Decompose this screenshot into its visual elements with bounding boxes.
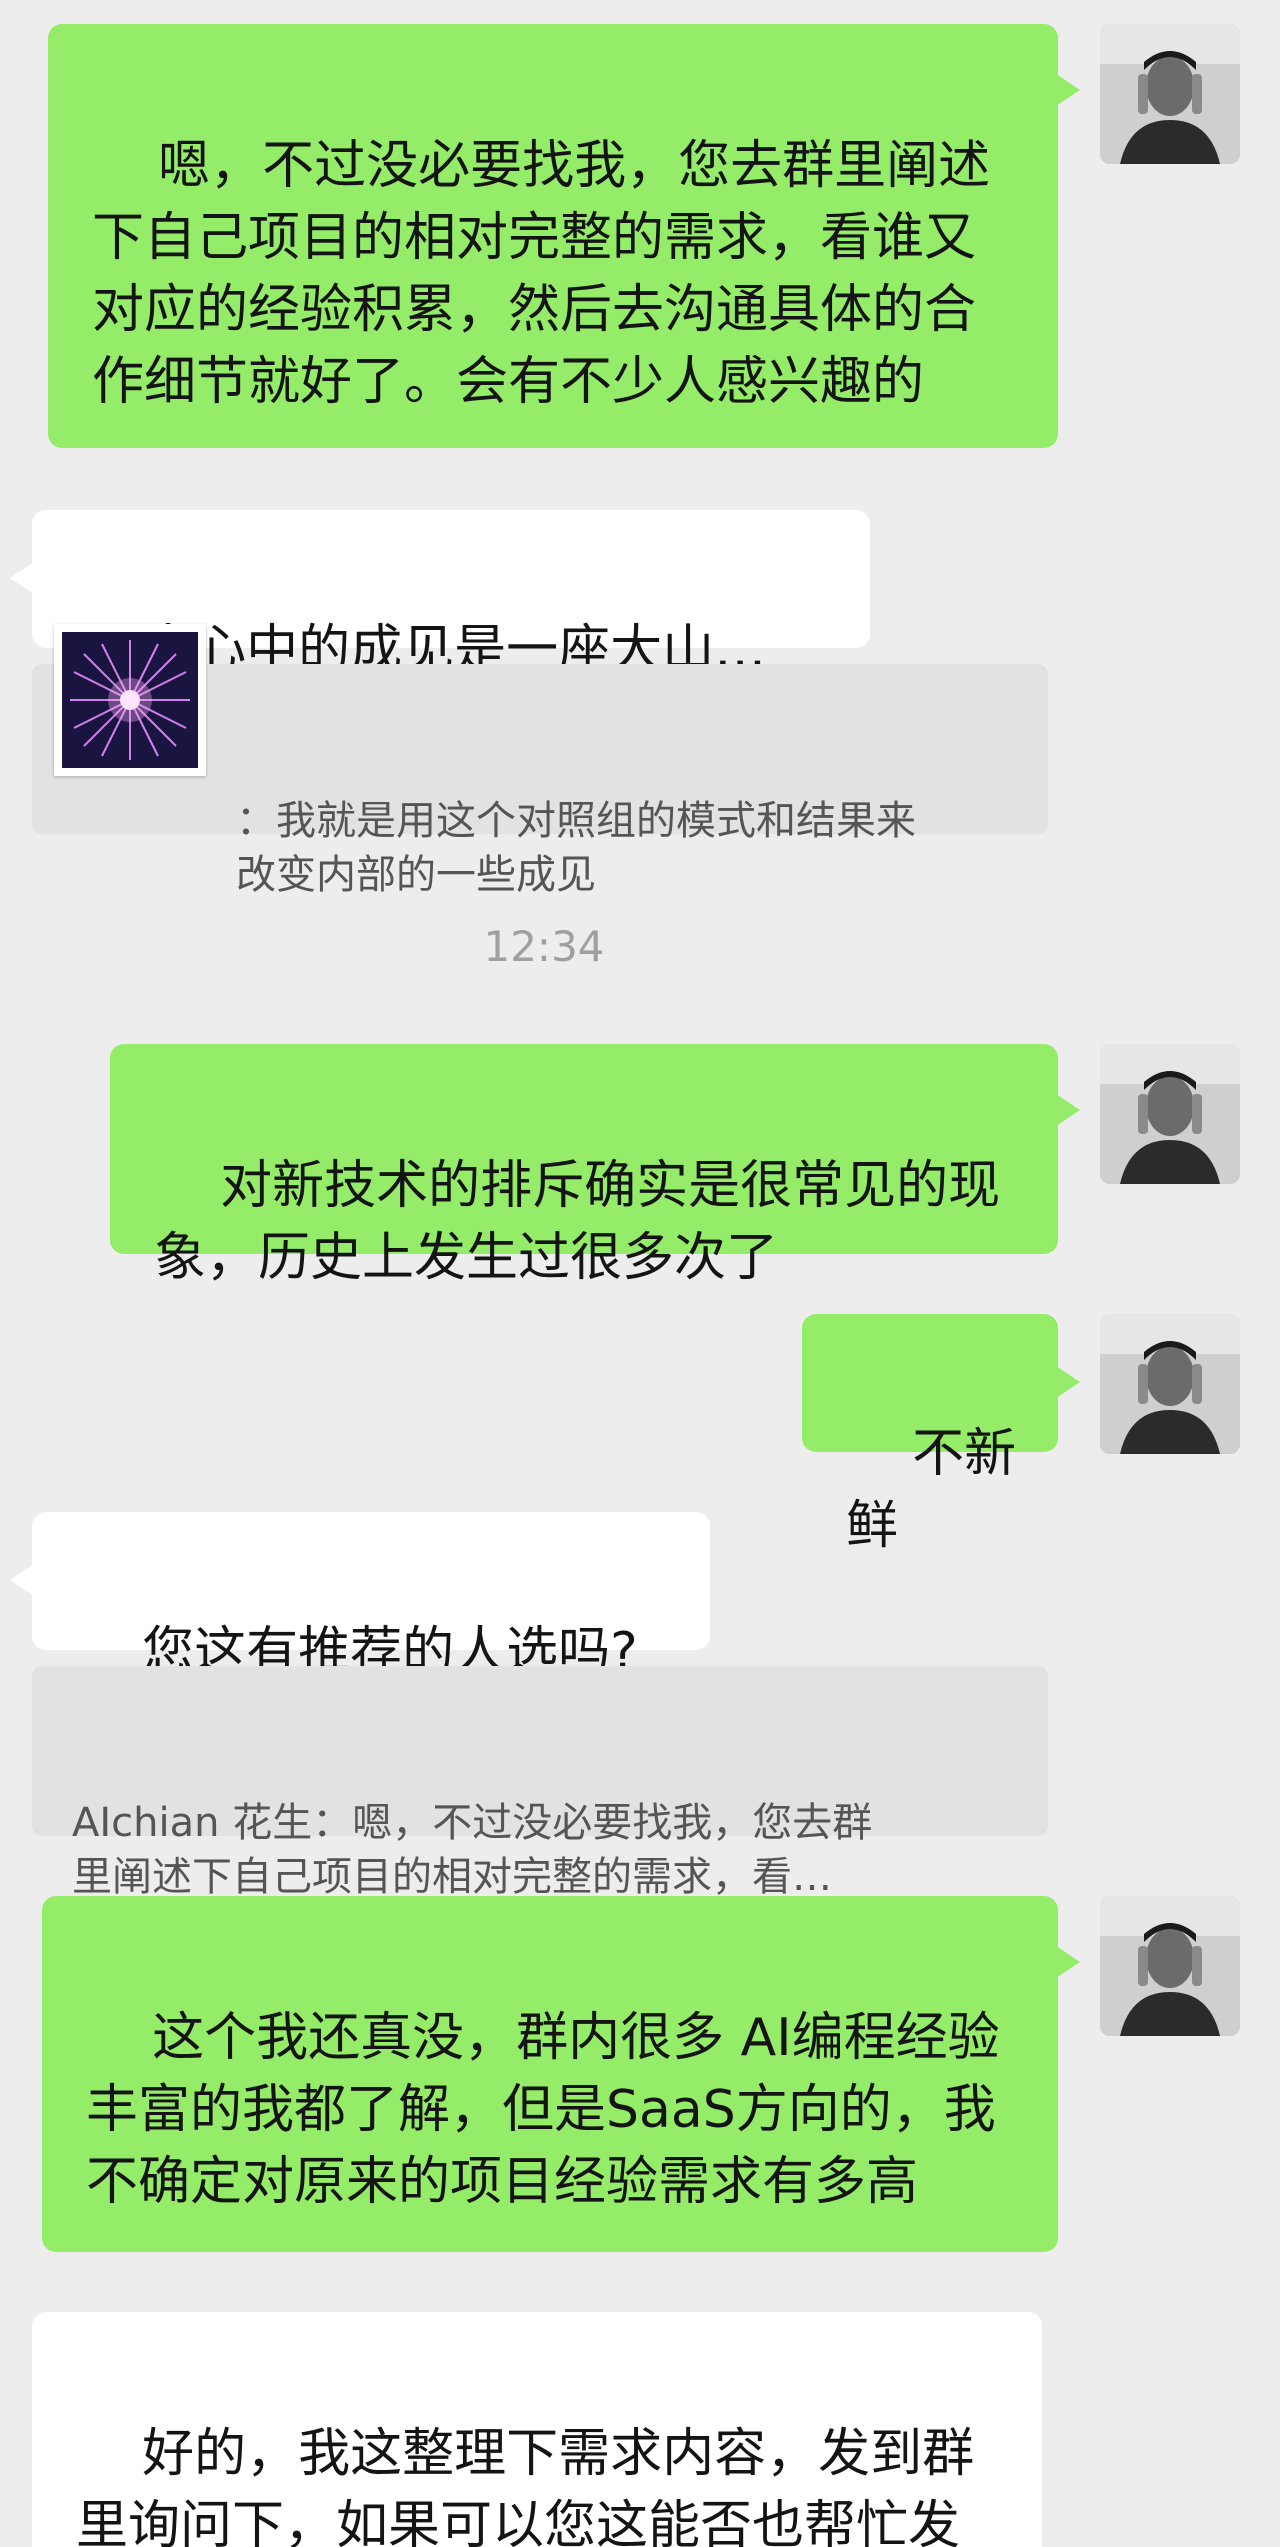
message-outgoing[interactable]: 嗯，不过没必要找我，您去群里阐述下自己项目的相对完整的需求，看谁又对应的经验积累… <box>48 24 1080 448</box>
message-text: 好的，我这整理下需求内容，发到群里询问下，如果可以您这能否也帮忙发到另外个群里 <box>76 2424 975 2547</box>
avatar-photo <box>1100 1314 1240 1454</box>
message-text: 对新技术的排斥确实是很常见的现象，历史上发生过很多次了 <box>154 1156 1001 1288</box>
message-incoming[interactable]: 好的，我这整理下需求内容，发到群里询问下，如果可以您这能否也帮忙发到另外个群里 <box>32 2312 1042 2547</box>
avatar-photo <box>1100 1896 1240 2036</box>
message-outgoing[interactable]: 对新技术的排斥确实是很常见的现象，历史上发生过很多次了 <box>110 1044 1080 1288</box>
firework-thumbnail[interactable] <box>54 624 206 776</box>
quoted-text: ：我就是用这个对照组的模式和结果来 改变内部的一些成见 <box>236 798 916 898</box>
avatar-photo <box>1100 1044 1240 1184</box>
message-text: 这个我还真没，群内很多 AI编程经验丰富的我都了解，但是SaaS方向的，我不确定… <box>86 2008 1000 2212</box>
message-outgoing[interactable]: 不新鲜 <box>802 1314 1080 1556</box>
chat-thread: 嗯，不过没必要找我，您去群里阐述下自己项目的相对完整的需求，看谁又对应的经验积累… <box>0 0 1280 2547</box>
firework-image <box>62 632 198 768</box>
message-outgoing[interactable]: 这个我还真没，群内很多 AI编程经验丰富的我都了解，但是SaaS方向的，我不确定… <box>42 1896 1080 2252</box>
message-incoming[interactable]: 您这有推荐的人选吗? <box>10 1512 710 1682</box>
avatar[interactable] <box>1100 1044 1240 1184</box>
avatar[interactable] <box>1100 1314 1240 1454</box>
avatar-photo <box>1100 24 1240 164</box>
avatar[interactable] <box>1100 24 1240 164</box>
message-text: 不新鲜 <box>846 1424 1017 1556</box>
quoted-text: AIchian 花生：嗯，不过没必要找我，您去群 里阐述下自己项目的相对完整的需… <box>72 1800 873 1900</box>
avatar[interactable] <box>1100 1896 1240 2036</box>
quoted-message[interactable]: AIchian 花生：嗯，不过没必要找我，您去群 里阐述下自己项目的相对完整的需… <box>32 1666 1048 1900</box>
message-text: 嗯，不过没必要找我，您去群里阐述下自己项目的相对完整的需求，看谁又对应的经验积累… <box>92 136 991 412</box>
timestamp: 12:34 <box>483 922 605 971</box>
